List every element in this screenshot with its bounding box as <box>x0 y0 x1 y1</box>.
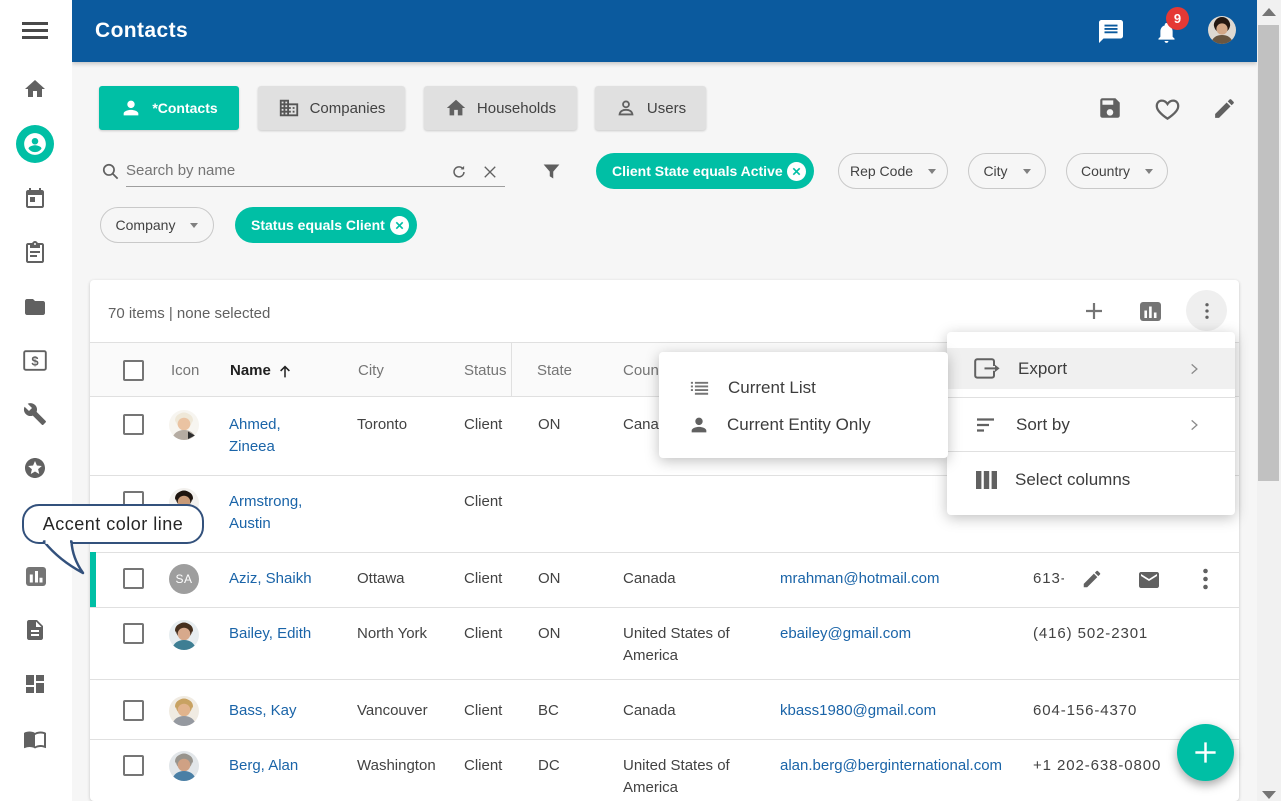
svg-text:$: $ <box>31 354 39 369</box>
